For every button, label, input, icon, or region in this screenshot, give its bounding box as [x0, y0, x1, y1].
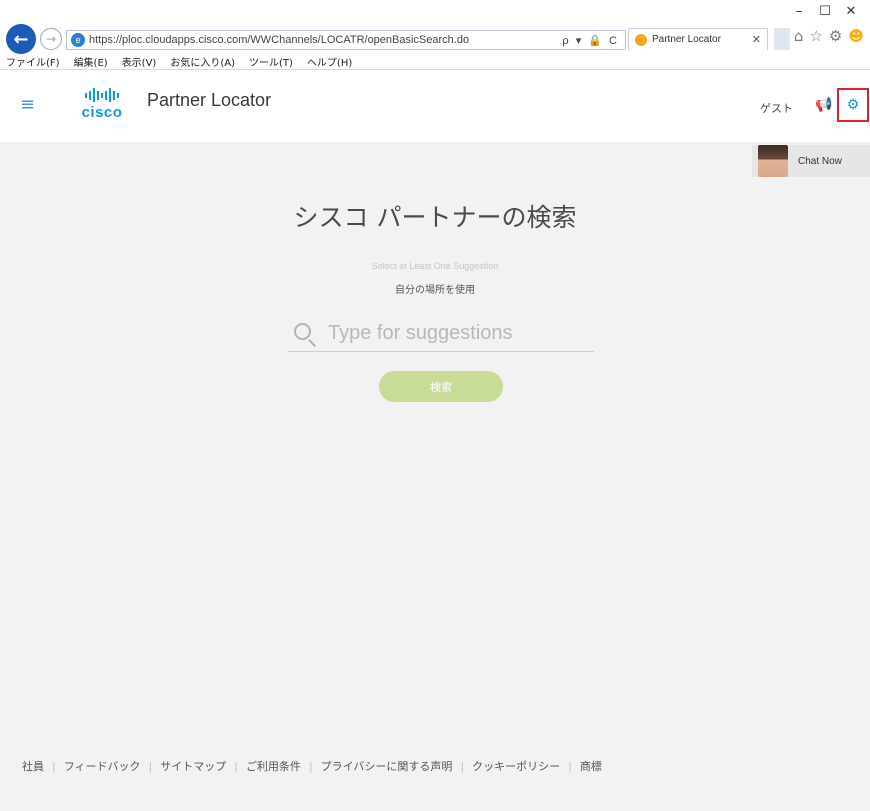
- menu-favorites[interactable]: お気に入り(A): [170, 54, 235, 69]
- footer-link-privacy[interactable]: プライバシーに関する声明: [321, 758, 453, 774]
- favorites-star-icon[interactable]: ☆: [809, 27, 822, 45]
- megaphone-icon[interactable]: 📢: [815, 97, 832, 113]
- search-button[interactable]: 検索: [379, 371, 503, 402]
- address-bar[interactable]: e https://ploc.cloudapps.cisco.com/WWCha…: [66, 30, 626, 50]
- site-header: ≡ cisco Partner Locator ゲスト 📢 ⚙: [0, 70, 870, 142]
- back-button[interactable]: ←: [6, 24, 36, 54]
- forward-button[interactable]: →: [40, 28, 62, 50]
- menu-file[interactable]: ファイル(F): [6, 54, 60, 69]
- ie-page-icon: e: [71, 33, 85, 47]
- search-field: [288, 316, 594, 352]
- menu-edit[interactable]: 編集(E): [74, 54, 108, 69]
- address-tools[interactable]: ρ ▾ 🔒 C: [556, 34, 625, 47]
- suggestion-hint: Select at Least One Suggestion: [371, 261, 499, 271]
- feedback-smiley-icon[interactable]: ☻: [848, 27, 864, 45]
- chat-now-label: Chat Now: [798, 155, 842, 167]
- footer-link-cookies[interactable]: クッキーポリシー: [472, 758, 560, 774]
- tab-title: Partner Locator: [652, 34, 721, 45]
- logo-text: cisco: [81, 104, 123, 121]
- tab-favicon-icon: [635, 33, 647, 46]
- home-icon[interactable]: ⌂: [794, 27, 804, 45]
- guest-user-link[interactable]: ゲスト: [760, 100, 793, 116]
- footer-link-trademarks[interactable]: 商標: [580, 758, 602, 774]
- browser-tab[interactable]: Partner Locator ✕: [628, 28, 768, 50]
- page-title: Partner Locator: [147, 90, 272, 110]
- new-tab-button[interactable]: [774, 28, 790, 50]
- footer-divider: |: [308, 759, 313, 773]
- footer-link-terms[interactable]: ご利用条件: [246, 758, 301, 774]
- tools-gear-icon[interactable]: ⚙: [829, 27, 842, 45]
- url-text[interactable]: https://ploc.cloudapps.cisco.com/WWChann…: [89, 34, 556, 46]
- use-my-location-link[interactable]: 自分の場所を使用: [0, 281, 870, 296]
- chat-now-button[interactable]: Chat Now: [752, 145, 870, 177]
- logo-bars-icon: [76, 87, 128, 103]
- back-arrow-icon: ←: [13, 28, 29, 50]
- footer-divider: |: [460, 759, 465, 773]
- search-heading: シスコ パートナーの検索: [293, 203, 577, 232]
- footer-divider: |: [52, 759, 56, 773]
- search-input[interactable]: [320, 322, 594, 345]
- footer-divider: |: [568, 759, 572, 773]
- minimize-button[interactable]: –: [786, 2, 812, 20]
- browser-chrome: – ☐ ✕ ← → e https://ploc.cloudapps.cisco…: [0, 0, 870, 70]
- menu-tools[interactable]: ツール(T): [249, 54, 293, 69]
- forward-arrow-icon: →: [45, 32, 57, 46]
- search-icon: [292, 320, 320, 348]
- chat-agent-avatar: [758, 145, 788, 177]
- maximize-button[interactable]: ☐: [812, 2, 838, 20]
- footer-links: 社員 | フィードバック | サイトマップ | ご利用条件 | プライバシーに関…: [22, 758, 602, 774]
- window-controls: – ☐ ✕: [786, 2, 864, 20]
- footer-divider: |: [234, 759, 238, 773]
- cisco-logo[interactable]: cisco: [76, 87, 128, 123]
- footer-link-feedback[interactable]: フィードバック: [64, 758, 141, 774]
- menu-view[interactable]: 表示(V): [122, 54, 157, 69]
- menu-help[interactable]: ヘルプ(H): [307, 54, 352, 69]
- footer-divider: |: [148, 759, 153, 773]
- browser-toolbar-icons: ⌂ ☆ ⚙ ☻: [794, 27, 864, 45]
- tab-close-icon[interactable]: ✕: [752, 33, 761, 46]
- settings-gear-icon[interactable]: ⚙: [837, 88, 869, 122]
- footer-link-employees[interactable]: 社員: [22, 758, 44, 774]
- hamburger-menu-icon[interactable]: ≡: [20, 96, 35, 114]
- menu-bar: ファイル(F) 編集(E) 表示(V) お気に入り(A) ツール(T) ヘルプ(…: [0, 52, 870, 70]
- footer-link-sitemap[interactable]: サイトマップ: [160, 758, 226, 774]
- close-window-button[interactable]: ✕: [838, 2, 864, 20]
